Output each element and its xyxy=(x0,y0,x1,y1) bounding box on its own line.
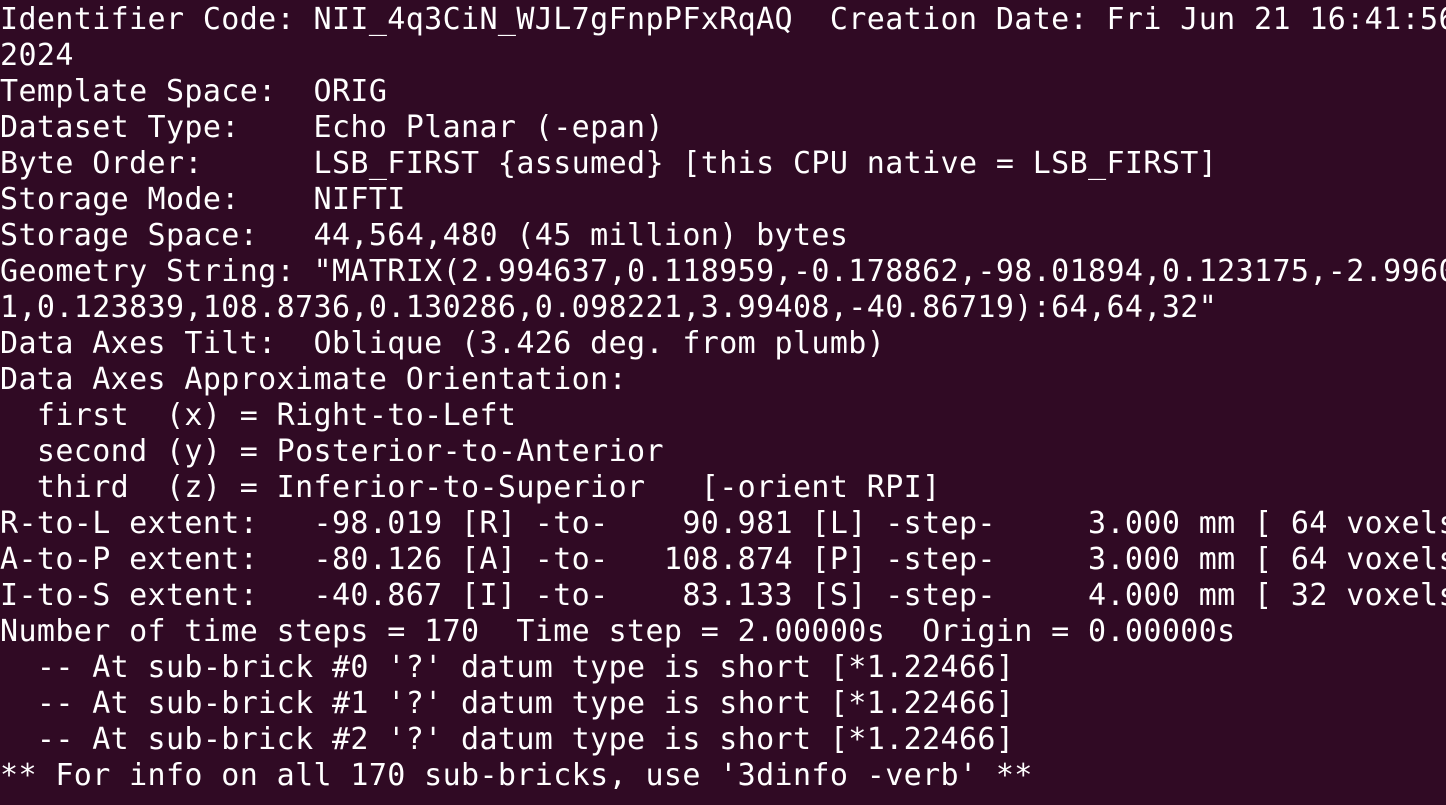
data-axes-tilt-line: Data Axes Tilt: Oblique (3.426 deg. from… xyxy=(0,326,886,361)
r-to-l-extent-line: R-to-L extent: -98.019 [R] -to- 90.981 [… xyxy=(0,506,1446,541)
geometry-string-line-wrap: 1,0.123839,108.8736,0.130286,0.098221,3.… xyxy=(0,290,1218,325)
time-steps-line: Number of time steps = 170 Time step = 2… xyxy=(0,614,1236,649)
sub-bricks-info-line: ** For info on all 170 sub-bricks, use '… xyxy=(0,758,1033,793)
orientation-first-line: first (x) = Right-to-Left xyxy=(0,398,517,433)
sub-brick-0-line: -- At sub-brick #0 '?' datum type is sho… xyxy=(0,650,1015,685)
i-to-s-extent-line: I-to-S extent: -40.867 [I] -to- 83.133 [… xyxy=(0,578,1446,613)
byte-order-line: Byte Order: LSB_FIRST {assumed} [this CP… xyxy=(0,146,1218,181)
sub-brick-2-line: -- At sub-brick #2 '?' datum type is sho… xyxy=(0,722,1015,757)
a-to-p-extent-line: A-to-P extent: -80.126 [A] -to- 108.874 … xyxy=(0,542,1446,577)
storage-mode-line: Storage Mode: NIFTI xyxy=(0,182,406,217)
sub-brick-1-line: -- At sub-brick #1 '?' datum type is sho… xyxy=(0,686,1015,721)
terminal-output[interactable]: Identifier Code: NII_4q3CiN_WJL7gFnpPFxR… xyxy=(0,0,1446,805)
orientation-second-line: second (y) = Posterior-to-Anterior xyxy=(0,434,664,469)
dataset-type-line: Dataset Type: Echo Planar (-epan) xyxy=(0,110,664,145)
storage-space-line: Storage Space: 44,564,480 (45 million) b… xyxy=(0,218,849,253)
template-space-line: Template Space: ORIG xyxy=(0,74,388,109)
identifier-line: Identifier Code: NII_4q3CiN_WJL7gFnpPFxR… xyxy=(0,2,1446,37)
orientation-heading-line: Data Axes Approximate Orientation: xyxy=(0,362,628,397)
orientation-third-line: third (z) = Inferior-to-Superior [-orien… xyxy=(0,470,941,505)
identifier-line-wrap: 2024 xyxy=(0,38,74,73)
geometry-string-line: Geometry String: "MATRIX(2.994637,0.1189… xyxy=(0,254,1446,289)
